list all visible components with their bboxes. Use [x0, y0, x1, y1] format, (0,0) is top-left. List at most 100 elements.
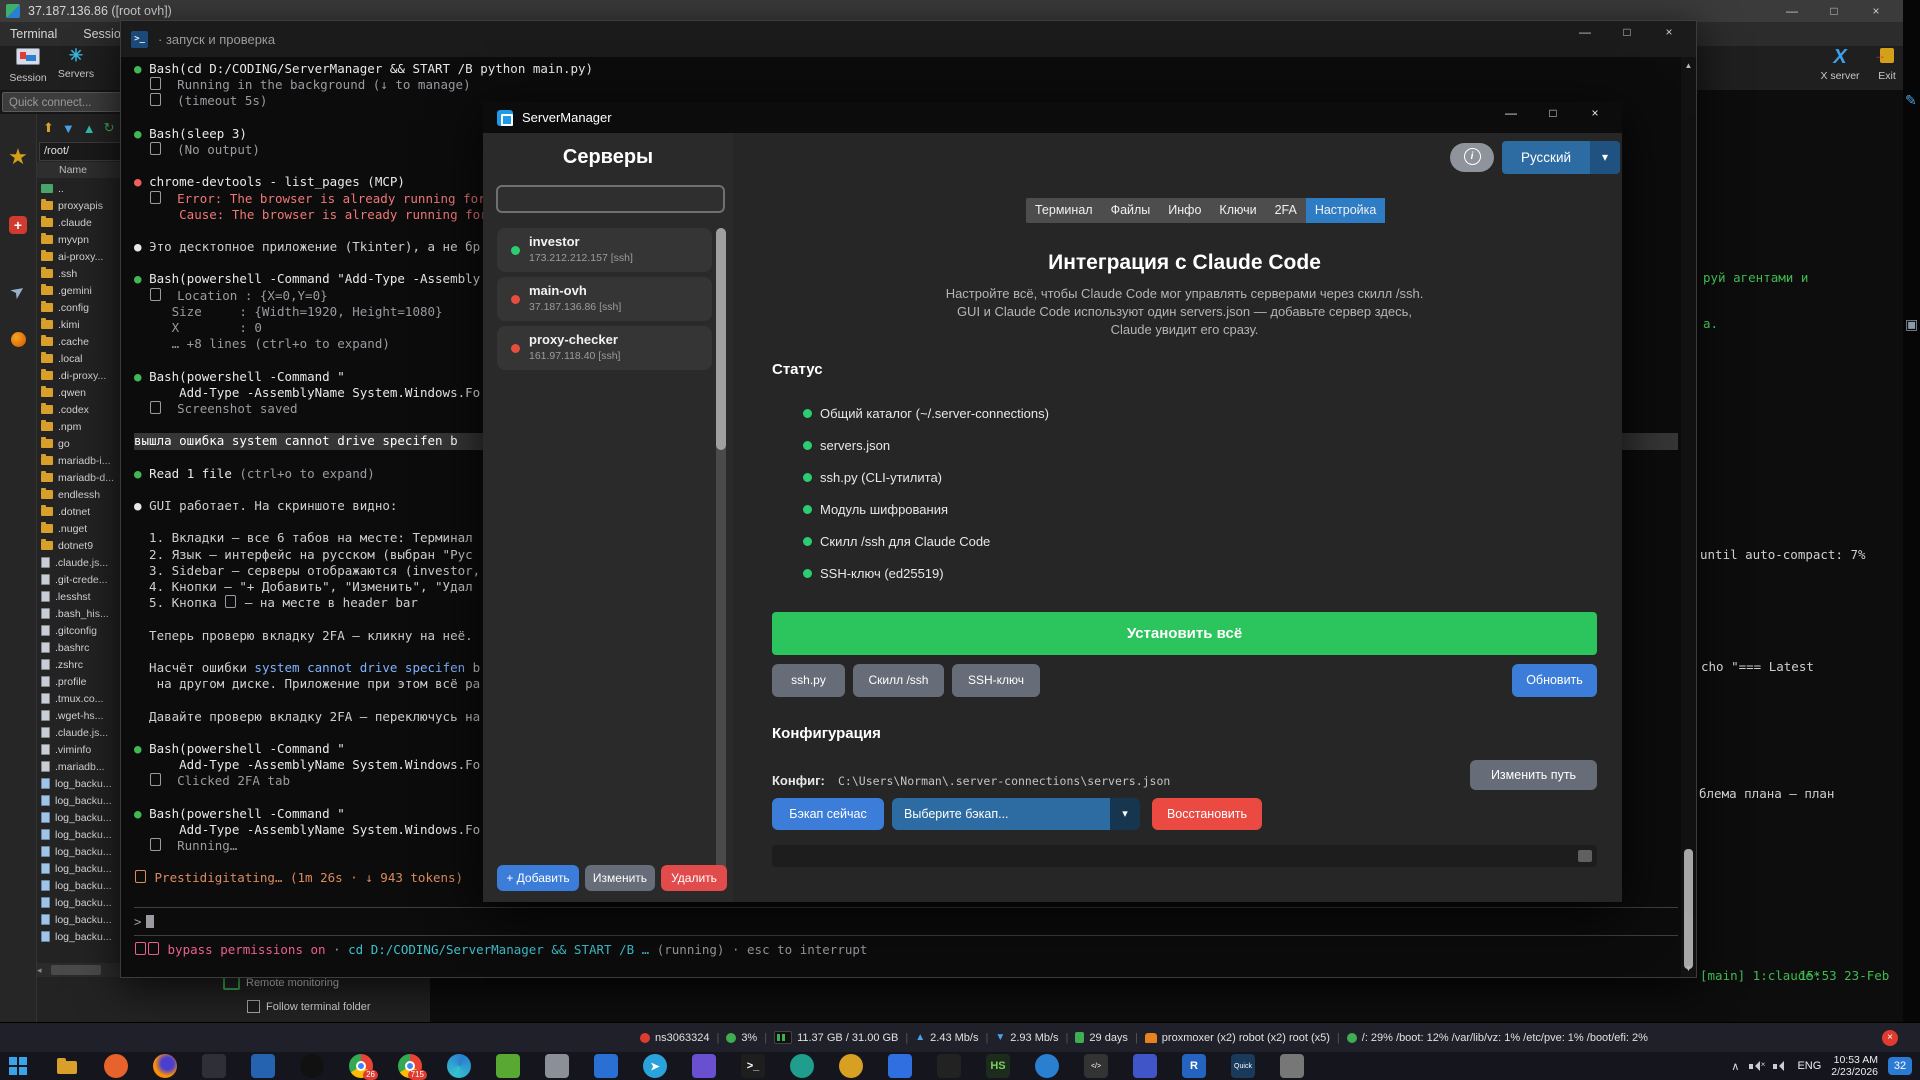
terminal-scrollbar[interactable]: ▲ ▼: [1681, 57, 1696, 977]
terminal-text: Bash(sleep 3): [149, 125, 247, 141]
log-bar-scroll-nub[interactable]: [1578, 850, 1592, 862]
terminal-text: Read 1 file: [149, 465, 240, 481]
terminal-prompt[interactable]: >: [134, 913, 154, 931]
delete-server-button[interactable]: Удалить: [661, 865, 727, 891]
taskbar-app-icon[interactable]: [888, 1054, 912, 1078]
taskbar-app-icon[interactable]: [300, 1054, 324, 1078]
install-all-button[interactable]: Установить всё: [772, 612, 1597, 655]
desktop-app-icon[interactable]: ▣: [1905, 316, 1918, 333]
tab-инфо[interactable]: Инфо: [1159, 198, 1210, 223]
taskbar-heidisql-icon[interactable]: HS: [986, 1054, 1010, 1078]
tab-2fa[interactable]: 2FA: [1266, 198, 1306, 223]
tab-терминал[interactable]: Терминал: [1026, 198, 1102, 223]
remote-monitoring-button[interactable]: Remote monitoring: [223, 976, 339, 990]
close-button[interactable]: ×: [1855, 0, 1897, 22]
server-address: 173.212.212.157 [ssh]: [529, 252, 633, 264]
language-indicator[interactable]: ENG: [1797, 1060, 1821, 1072]
restore-button[interactable]: Восстановить: [1152, 798, 1262, 830]
info-button[interactable]: i: [1450, 143, 1494, 172]
x-server-button[interactable]: X X server: [1812, 47, 1868, 82]
server-list-item[interactable]: proxy-checker 161.97.118.40 [ssh]: [497, 326, 712, 370]
download-icon[interactable]: ▼: [62, 121, 75, 136]
clock[interactable]: 10:53 AM 2/23/2026: [1831, 1054, 1878, 1078]
tab-файлы[interactable]: Файлы: [1102, 198, 1160, 223]
taskbar-chrome-alt-icon[interactable]: 715: [398, 1054, 427, 1080]
telegram-icon[interactable]: ➤: [0, 280, 36, 304]
tab-ключи[interactable]: Ключи: [1210, 198, 1265, 223]
taskbar-app-icon[interactable]: [496, 1054, 520, 1078]
taskbar-app-icon[interactable]: </>: [1084, 1054, 1108, 1078]
server-list-item[interactable]: main-ovh 37.187.136.86 [ssh]: [497, 277, 712, 321]
taskbar-photos-icon[interactable]: [251, 1054, 275, 1078]
taskbar-chrome-icon[interactable]: 26: [349, 1054, 378, 1080]
taskbar-app-icon[interactable]: [1035, 1054, 1059, 1078]
refresh-button[interactable]: Обновить: [1512, 664, 1597, 697]
add-server-button[interactable]: + Добавить: [497, 865, 579, 891]
arrow-up-icon: ▲: [915, 1032, 926, 1043]
taskbar-firefox-icon[interactable]: [153, 1054, 177, 1078]
taskbar-app-icon[interactable]: [790, 1054, 814, 1078]
monitor-close-icon[interactable]: ×: [1882, 1030, 1898, 1046]
exit-button[interactable]: Exit: [1872, 48, 1902, 82]
server-search-input[interactable]: [496, 185, 725, 213]
taskbar-app-icon[interactable]: [202, 1054, 226, 1078]
speaker-icon[interactable]: [1773, 1060, 1787, 1072]
minimize-button[interactable]: —: [1564, 21, 1606, 43]
backup-now-button[interactable]: Бэкап сейчас: [772, 798, 884, 830]
file-list-hscrollbar[interactable]: ◂: [37, 963, 121, 977]
taskbar-app-icon[interactable]: [545, 1054, 569, 1078]
taskbar-telegram-icon[interactable]: ➤: [643, 1054, 667, 1078]
desktop-pencil-icon[interactable]: ✎: [1905, 92, 1917, 109]
servers-button[interactable]: ✳ Servers: [52, 47, 100, 80]
taskbar-brave-icon[interactable]: [104, 1054, 128, 1078]
tab-настройка[interactable]: Настройка: [1305, 198, 1386, 223]
maximize-button[interactable]: □: [1532, 102, 1574, 124]
install-skill-button[interactable]: Скилл /ssh: [853, 664, 944, 697]
taskbar-edge-icon[interactable]: [447, 1054, 471, 1078]
taskbar-app-icon[interactable]: [839, 1054, 863, 1078]
refresh-icon[interactable]: ↻: [104, 120, 115, 136]
upload-icon[interactable]: ▲: [83, 121, 96, 136]
file-icon: [41, 676, 50, 687]
edit-server-button[interactable]: Изменить: [585, 865, 655, 891]
close-button[interactable]: ×: [1574, 102, 1616, 124]
maximize-button[interactable]: □: [1813, 0, 1855, 22]
tools-icon[interactable]: +: [0, 216, 36, 235]
install-sshpy-button[interactable]: ssh.py: [772, 664, 845, 697]
favorites-star-icon[interactable]: ★: [0, 144, 36, 170]
server-list-item[interactable]: investor 173.212.212.157 [ssh]: [497, 228, 712, 272]
scroll-down-icon[interactable]: ▼: [1681, 964, 1696, 973]
scrollbar-thumb[interactable]: [1684, 849, 1693, 969]
session-button[interactable]: Session: [4, 48, 52, 84]
taskbar-app-icon[interactable]: [692, 1054, 716, 1078]
server-list-scrollbar[interactable]: [716, 228, 726, 875]
folder-up-icon[interactable]: ⬆: [43, 120, 54, 136]
change-path-button[interactable]: Изменить путь: [1470, 760, 1597, 790]
scrollbar-thumb[interactable]: [716, 228, 726, 450]
taskbar-app-icon[interactable]: [1133, 1054, 1157, 1078]
taskbar-terminal-icon[interactable]: >_: [741, 1054, 765, 1078]
menu-terminal[interactable]: Terminal: [10, 27, 57, 41]
minimize-button[interactable]: —: [1490, 102, 1532, 124]
taskbar-file-explorer-icon[interactable]: [55, 1054, 79, 1078]
maximize-button[interactable]: □: [1606, 21, 1648, 43]
browser-ball-icon[interactable]: [0, 332, 36, 352]
close-button[interactable]: ×: [1648, 21, 1690, 43]
file-icon: [41, 591, 50, 602]
scroll-up-icon[interactable]: ▲: [1681, 61, 1696, 70]
taskbar-app-icon[interactable]: [594, 1054, 618, 1078]
tray-chevron-icon[interactable]: ∧: [1731, 1060, 1739, 1073]
notification-badge[interactable]: 32: [1888, 1057, 1912, 1075]
muted-speaker-icon[interactable]: ×: [1749, 1060, 1765, 1072]
install-sshkey-button[interactable]: SSH-ключ: [952, 664, 1040, 697]
terminal-line: ● Bash(cd D:/CODING/ServerManager && STA…: [134, 61, 1678, 77]
taskbar-app-icon[interactable]: [937, 1054, 961, 1078]
minimize-button[interactable]: —: [1771, 0, 1813, 22]
follow-terminal-folder-checkbox[interactable]: Follow terminal folder: [247, 1000, 371, 1013]
taskbar-app-icon[interactable]: R: [1182, 1054, 1206, 1078]
taskbar-windows-start-icon[interactable]: [6, 1054, 30, 1078]
taskbar-quick-notes-icon[interactable]: Quick: [1231, 1054, 1255, 1078]
backup-select-dropdown[interactable]: Выберите бэкап... ▾: [892, 798, 1140, 830]
language-dropdown[interactable]: Русский ▾: [1502, 141, 1620, 174]
taskbar-app-icon[interactable]: [1280, 1054, 1304, 1078]
